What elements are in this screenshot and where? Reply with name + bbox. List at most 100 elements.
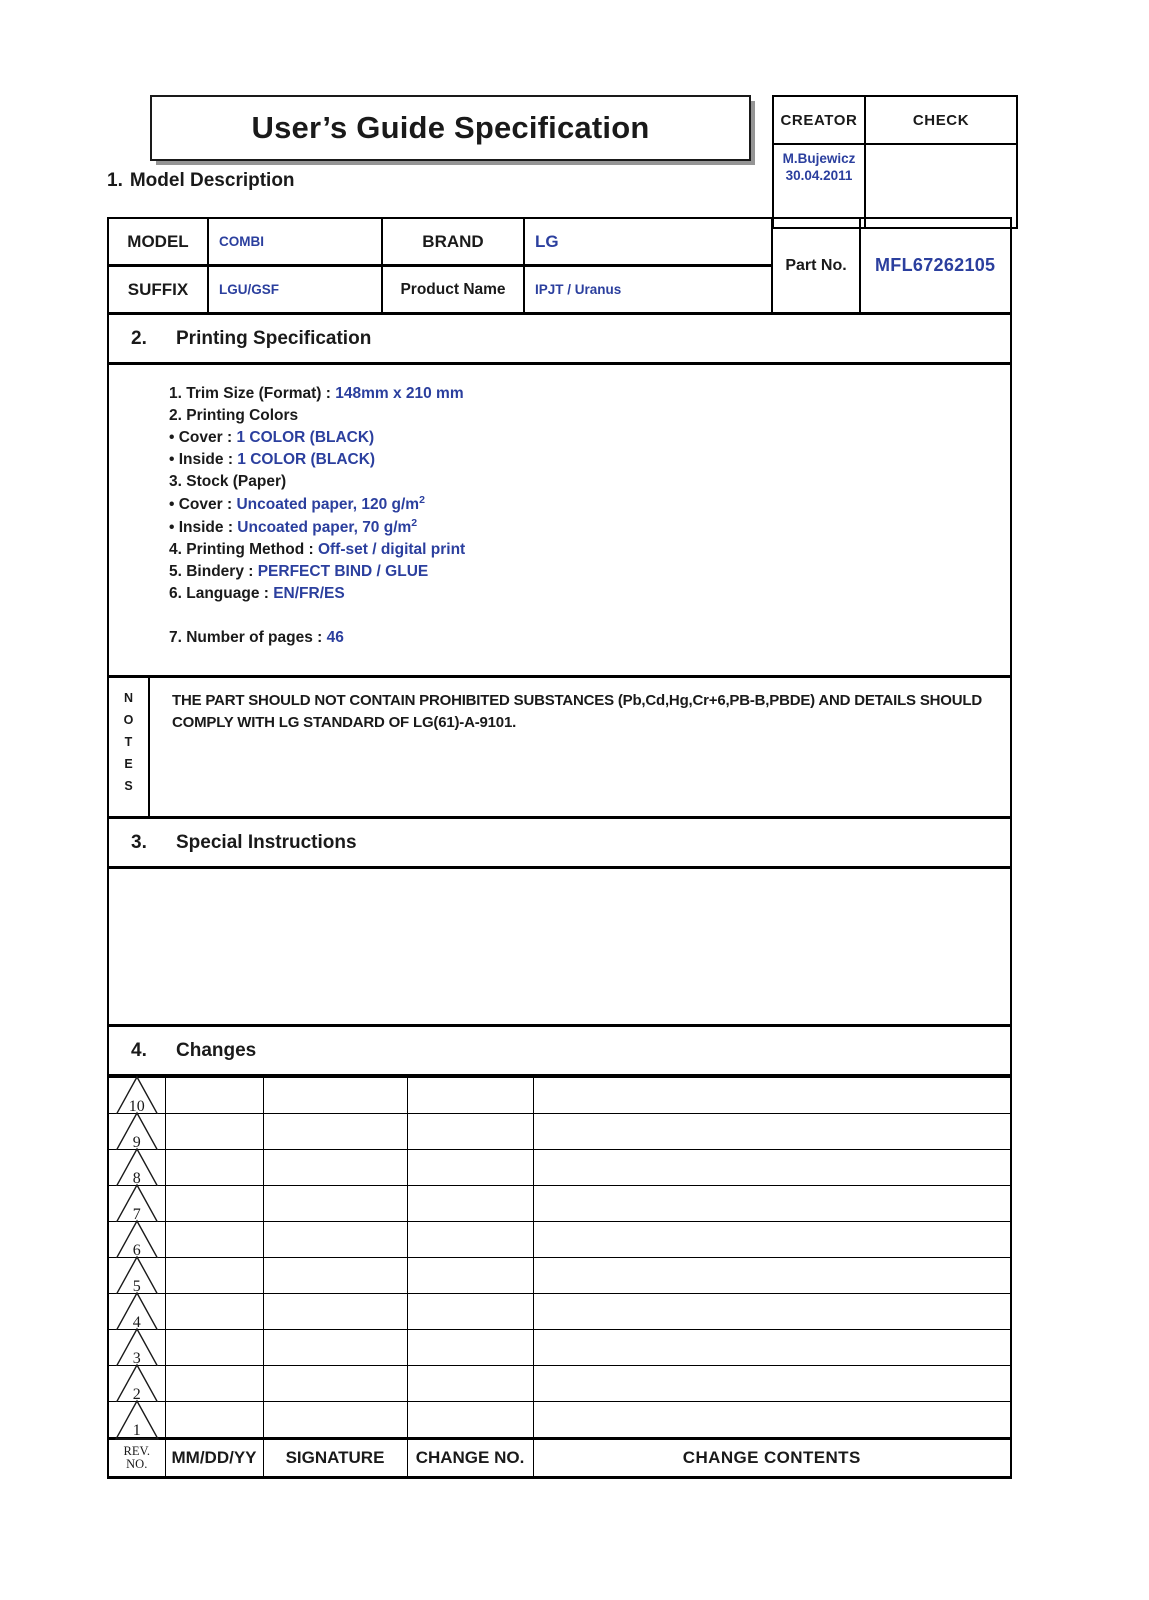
special-instructions-body xyxy=(109,869,1010,1028)
table-row: 6 xyxy=(109,1219,1010,1261)
change-no-cell[interactable] xyxy=(407,1221,534,1259)
revision-marker-cell: 3 xyxy=(109,1327,166,1368)
change-contents-cell[interactable] xyxy=(533,1077,1010,1115)
change-no-cell[interactable] xyxy=(407,1077,534,1115)
change-signature-cell[interactable] xyxy=(263,1293,408,1331)
change-contents-cell[interactable] xyxy=(533,1257,1010,1295)
printing-spec-line-label: • Inside : xyxy=(169,451,238,468)
change-no-cell[interactable] xyxy=(407,1365,534,1403)
check-label: CHECK xyxy=(864,95,1018,145)
section-2-number: 2. xyxy=(131,327,147,349)
revision-marker-cell: 1 xyxy=(109,1399,166,1441)
revision-marker-cell: 10 xyxy=(109,1075,166,1116)
change-no-cell[interactable] xyxy=(407,1257,534,1295)
revision-triangle-icon: 9 xyxy=(114,1111,160,1153)
printing-spec-line-label: • Cover : xyxy=(169,496,237,514)
change-contents-cell[interactable] xyxy=(533,1365,1010,1403)
change-contents-cell[interactable] xyxy=(533,1185,1010,1223)
change-signature-cell[interactable] xyxy=(263,1149,408,1187)
suffix-value: LGU/GSF xyxy=(209,267,383,312)
change-signature-cell[interactable] xyxy=(263,1257,408,1295)
printing-specification-body: 1. Trim Size (Format) : 148mm x 210 mm 2.… xyxy=(109,365,1010,679)
change-signature-cell[interactable] xyxy=(263,1365,408,1403)
change-no-cell[interactable] xyxy=(407,1401,534,1440)
change-contents-cell[interactable] xyxy=(533,1401,1010,1440)
brand-label: BRAND xyxy=(383,219,525,264)
printing-spec-line: • Inside : 1 COLOR (BLACK) xyxy=(169,449,1010,471)
brand-value: LG xyxy=(535,231,559,251)
revision-marker-cell: 8 xyxy=(109,1147,166,1189)
printing-spec-line-label: 2. Printing Colors xyxy=(169,407,299,424)
change-signature-cell[interactable] xyxy=(263,1113,408,1151)
change-signature-cell[interactable] xyxy=(263,1329,408,1367)
number-of-pages-line: 7. Number of pages : 46 xyxy=(169,627,1010,649)
revision-triangle-icon: 7 xyxy=(114,1183,160,1225)
revision-triangle-icon: 1 xyxy=(114,1399,160,1441)
change-date-cell[interactable] xyxy=(165,1221,264,1259)
document-title-banner: User’s Guide Specification xyxy=(150,95,751,161)
change-date-cell[interactable] xyxy=(165,1329,264,1367)
change-date-cell[interactable] xyxy=(165,1401,264,1440)
change-contents-cell[interactable] xyxy=(533,1293,1010,1331)
col-header-date: MM/DD/YY xyxy=(165,1437,264,1480)
section-1-number: 1. xyxy=(107,170,123,191)
change-signature-cell[interactable] xyxy=(263,1401,408,1440)
change-contents-cell[interactable] xyxy=(533,1221,1010,1259)
change-no-cell[interactable] xyxy=(407,1113,534,1151)
change-contents-cell[interactable] xyxy=(533,1149,1010,1187)
creator-check-table: CREATOR CHECK M.Bujewicz 30.04.2011 xyxy=(772,95,1018,229)
revision-marker-cell: 6 xyxy=(109,1219,166,1261)
table-row: 5 xyxy=(109,1255,1010,1296)
check-value xyxy=(864,143,1018,229)
printing-spec-line-value: Uncoated paper, 70 g/m2 xyxy=(237,517,418,537)
notes-text: THE PART SHOULD NOT CONTAIN PROHIBITED S… xyxy=(172,692,982,732)
printing-spec-line: • Cover : 1 COLOR (BLACK) xyxy=(169,427,1010,449)
change-date-cell[interactable] xyxy=(165,1185,264,1223)
model-value: COMBI xyxy=(209,219,383,264)
change-contents-cell[interactable] xyxy=(533,1329,1010,1367)
printing-spec-line: 6. Language : EN/FR/ES xyxy=(169,583,1010,605)
section-1-title: Model Description xyxy=(129,170,295,191)
col-header-change-contents: CHANGE CONTENTS xyxy=(533,1437,1010,1480)
change-date-cell[interactable] xyxy=(165,1113,264,1151)
section-4-title: Changes xyxy=(176,1039,257,1061)
table-row: 2 xyxy=(109,1363,1010,1404)
number-of-pages-label: 7. Number of pages : xyxy=(169,629,327,647)
change-contents-cell[interactable] xyxy=(533,1113,1010,1151)
printing-spec-lines: 1. Trim Size (Format) : 148mm x 210 mm 2.… xyxy=(169,383,1010,605)
printing-spec-line-value: 1 COLOR (BLACK) xyxy=(237,451,376,468)
creator-label: CREATOR xyxy=(772,95,866,145)
printing-spec-line-label: 1. Trim Size (Format) : xyxy=(169,385,336,402)
part-no-label: Part No. xyxy=(773,219,861,312)
notes-label: NOTES xyxy=(109,678,150,817)
model-row-top: MODEL COMBI BRAND LG xyxy=(109,219,771,267)
change-no-cell[interactable] xyxy=(407,1149,534,1187)
change-signature-cell[interactable] xyxy=(263,1077,408,1115)
spec-spacer xyxy=(169,605,1010,627)
table-row: 3 xyxy=(109,1327,1010,1368)
change-date-cell[interactable] xyxy=(165,1365,264,1403)
model-description-block: MODEL COMBI BRAND LG SUFFIX LGU/GSF Prod… xyxy=(109,219,1010,315)
change-signature-cell[interactable] xyxy=(263,1221,408,1259)
change-no-cell[interactable] xyxy=(407,1185,534,1223)
printing-spec-line-value: EN/FR/ES xyxy=(273,585,345,603)
creator-name: M.Bujewicz xyxy=(782,151,856,166)
revision-triangle-icon: 6 xyxy=(114,1219,160,1261)
change-signature-cell[interactable] xyxy=(263,1185,408,1223)
change-date-cell[interactable] xyxy=(165,1293,264,1331)
change-date-cell[interactable] xyxy=(165,1257,264,1295)
table-row: 7 xyxy=(109,1183,1010,1225)
revision-marker-cell: 5 xyxy=(109,1255,166,1296)
change-date-cell[interactable] xyxy=(165,1077,264,1115)
printing-spec-line: • Cover : Uncoated paper, 120 g/m2 xyxy=(169,493,1010,516)
section-4-heading: 4. Changes xyxy=(109,1027,1010,1078)
printing-spec-line-superscript: 2 xyxy=(419,494,425,506)
model-label: MODEL xyxy=(109,219,209,264)
revision-triangle-icon: 8 xyxy=(114,1147,160,1189)
change-no-cell[interactable] xyxy=(407,1329,534,1367)
change-no-cell[interactable] xyxy=(407,1293,534,1331)
page-title: User’s Guide Specification xyxy=(251,110,650,145)
change-date-cell[interactable] xyxy=(165,1149,264,1187)
printing-spec-line: 3. Stock (Paper) xyxy=(169,471,1010,493)
printing-spec-line-label: 5. Bindery : xyxy=(169,563,258,581)
